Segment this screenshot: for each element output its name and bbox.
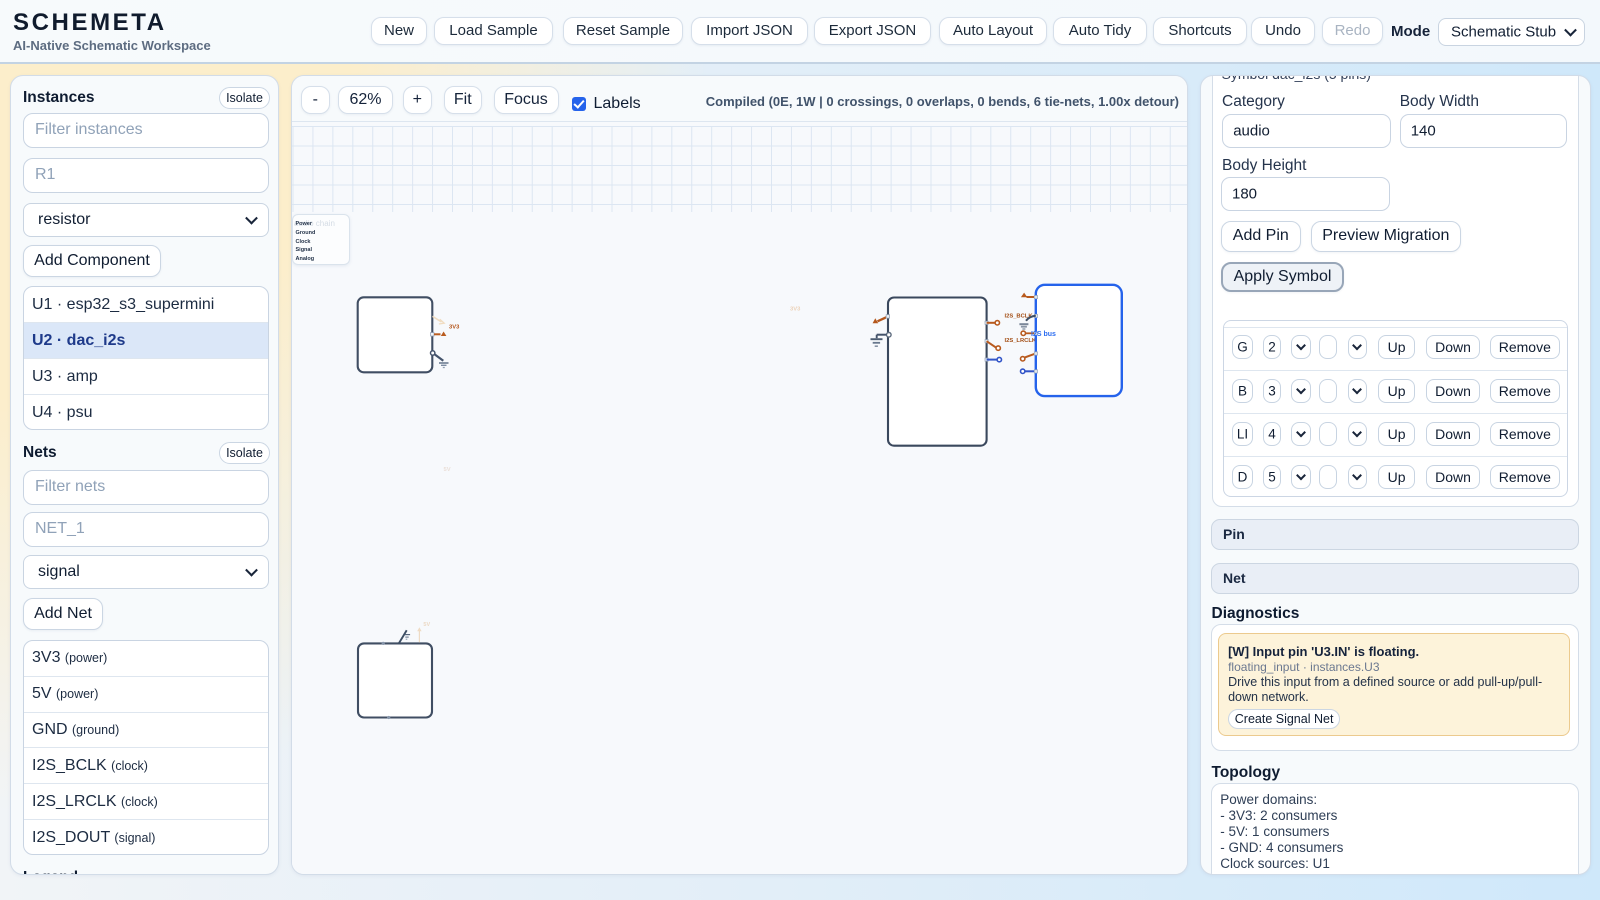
svg-text:I2S bus: I2S bus [1031,330,1056,337]
svg-text:3V3: 3V3 [449,324,460,330]
svg-text:I2S_LRCLK: I2S_LRCLK [1005,338,1037,344]
svg-text:3V3: 3V3 [790,306,801,312]
svg-text:5V: 5V [444,467,451,473]
svg-text:5V: 5V [423,621,430,627]
